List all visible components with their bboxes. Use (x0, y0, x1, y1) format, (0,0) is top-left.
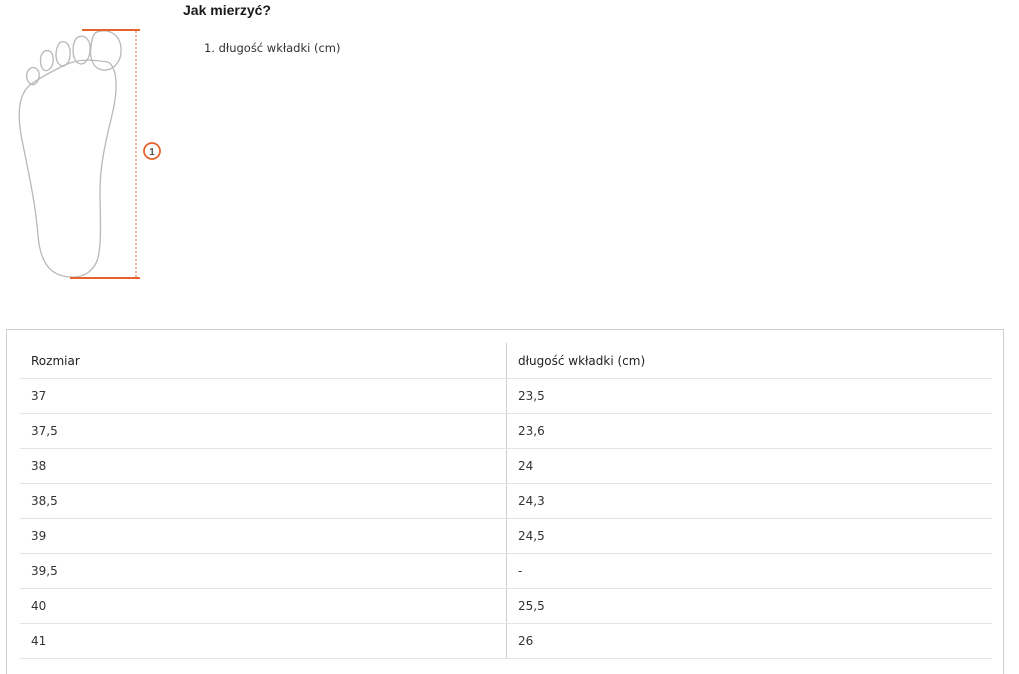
cell-insole-length: 24,5 (506, 518, 992, 554)
measurement-steps-list: 1. długość wkładki (cm) (204, 40, 340, 56)
cell-size: 38,5 (20, 483, 507, 519)
cell-insole-length: 23,5 (506, 378, 992, 414)
foot-outline-illustration: 1 (18, 29, 161, 279)
table-row: 39 24,5 (20, 518, 992, 554)
table-row: 38,5 24,3 (20, 483, 992, 519)
cell-insole-length: 23,6 (506, 413, 992, 449)
cell-size: 37 (20, 378, 507, 414)
cell-size: 41 (20, 623, 507, 659)
size-table: Rozmiar długość wkładki (cm) 37 23,5 37,… (20, 343, 992, 659)
table-header-row: Rozmiar długość wkładki (cm) (20, 343, 992, 379)
cell-size: 40 (20, 588, 507, 624)
header-insole-length: długość wkładki (cm) (506, 343, 992, 379)
table-row: 39,5 - (20, 553, 992, 589)
table-row: 37,5 23,6 (20, 413, 992, 449)
cell-insole-length: 24 (506, 448, 992, 484)
measure-marker-number: 1 (149, 147, 155, 158)
cell-size: 37,5 (20, 413, 507, 449)
measurement-step: 1. długość wkładki (cm) (204, 41, 341, 55)
page-title: Jak mierzyć? (183, 2, 271, 18)
table-row: 38 24 (20, 448, 992, 484)
cell-insole-length: 26 (506, 623, 992, 659)
cell-insole-length: - (506, 553, 992, 589)
cell-size: 38 (20, 448, 507, 484)
size-table-container: Rozmiar długość wkładki (cm) 37 23,5 37,… (6, 329, 1004, 674)
cell-insole-length: 24,3 (506, 483, 992, 519)
cell-size: 39 (20, 518, 507, 554)
table-row: 37 23,5 (20, 378, 992, 414)
cell-insole-length: 25,5 (506, 588, 992, 624)
size-guide-page: 1 Jak mierzyć? 1. długość wkładki (cm) R… (0, 0, 1019, 674)
header-size: Rozmiar (20, 343, 507, 379)
cell-size: 39,5 (20, 553, 507, 589)
table-row: 40 25,5 (20, 588, 992, 624)
table-row: 41 26 (20, 623, 992, 659)
